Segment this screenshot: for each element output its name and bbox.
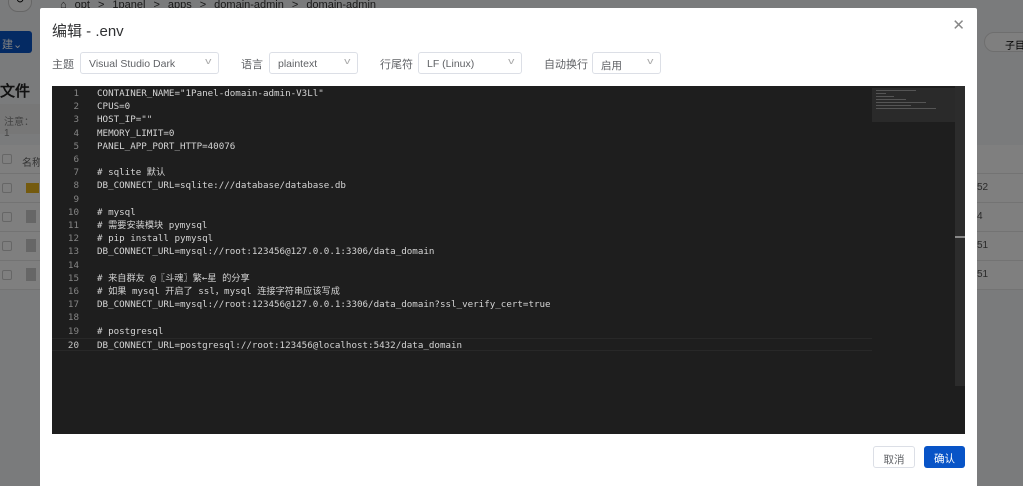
- line-number: 3: [73, 114, 79, 126]
- chevron-down-icon: v: [343, 56, 350, 66]
- line-number: 12: [67, 233, 79, 245]
- code-line[interactable]: 20 DB_CONNECT_URL=postgresql://root:12345…: [52, 337, 872, 351]
- scrollbar-thumb[interactable]: [955, 236, 965, 238]
- line-number: 8: [73, 180, 79, 192]
- line-number: 7: [73, 167, 79, 179]
- code-line[interactable]: 1 CONTAINER_NAME="1Panel-domain-admin-V3L…: [52, 87, 872, 100]
- language-select[interactable]: plaintext v: [269, 52, 358, 74]
- chevron-down-icon: v: [204, 56, 211, 66]
- line-text: DB_CONNECT_URL=mysql://root:123456@127.0…: [97, 299, 551, 311]
- line-number: 14: [67, 259, 79, 271]
- chevron-down-icon: v: [646, 56, 653, 66]
- code-line[interactable]: 6: [52, 153, 872, 166]
- code-line[interactable]: 8 DB_CONNECT_URL=sqlite:///database/datab…: [52, 179, 872, 192]
- line-number: 10: [67, 206, 79, 218]
- wrap-label: 自动换行: [544, 59, 588, 71]
- code-line[interactable]: 19 # postgresql: [52, 325, 872, 338]
- line-number: 5: [73, 140, 79, 152]
- line-number: 2: [73, 101, 79, 113]
- language-label: 语言: [241, 59, 263, 71]
- code-line[interactable]: 4 MEMORY_LIMIT=0: [52, 127, 872, 140]
- code-line[interactable]: 11 # 需要安装模块 pymysql: [52, 219, 872, 232]
- line-number: 19: [67, 325, 79, 337]
- line-number: 17: [67, 299, 79, 311]
- line-text: CONTAINER_NAME="1Panel-domain-admin-V3Ll…: [97, 88, 324, 99]
- code-line[interactable]: 12 # pip install pymysql: [52, 232, 872, 245]
- wrap-select[interactable]: 启用 v: [592, 52, 661, 74]
- line-number: 4: [73, 127, 79, 139]
- minimap[interactable]: [872, 88, 955, 122]
- code-line[interactable]: 13 DB_CONNECT_URL=mysql://root:123456@127…: [52, 245, 872, 258]
- code-line[interactable]: 17 DB_CONNECT_URL=mysql://root:123456@127…: [52, 298, 872, 311]
- chevron-down-icon: v: [507, 56, 514, 66]
- edit-dialog: 编辑 - .env ✕ 主题 Visual Studio Dark v 语言 pl…: [40, 8, 977, 488]
- code-line[interactable]: 7 # sqlite 默认: [52, 166, 872, 179]
- eol-label: 行尾符: [380, 59, 413, 71]
- code-line[interactable]: 9: [52, 193, 872, 206]
- line-number: 1: [73, 88, 79, 99]
- line-text: # sqlite 默认: [97, 167, 166, 179]
- line-number: 11: [67, 220, 79, 231]
- line-text: PANEL_APP_PORT_HTTP=40076: [97, 140, 236, 152]
- line-number: 13: [67, 246, 79, 258]
- code-line[interactable]: 15 # 来自群友 @〖斗魂〗繁←星 的分享: [52, 272, 872, 285]
- line-text: # 来自群友 @〖斗魂〗繁←星 的分享: [97, 272, 250, 284]
- eol-select[interactable]: LF (Linux) v: [418, 52, 522, 74]
- line-number: 16: [67, 286, 79, 297]
- cancel-button[interactable]: 取消: [873, 446, 915, 468]
- line-text: DB_CONNECT_URL=postgresql://root:123456@…: [97, 339, 463, 351]
- line-text: # mysql: [97, 206, 136, 218]
- code-editor[interactable]: 1 CONTAINER_NAME="1Panel-domain-admin-V3L…: [52, 86, 965, 434]
- theme-select[interactable]: Visual Studio Dark v: [80, 52, 219, 74]
- line-number: 20: [67, 339, 79, 351]
- line-number: 15: [67, 272, 79, 284]
- line-text: HOST_IP="": [97, 114, 153, 126]
- line-text: # 如果 mysql 开启了 ssl，mysql 连接字符串应该写成: [97, 286, 340, 297]
- theme-label: 主题: [52, 59, 74, 71]
- line-text: DB_CONNECT_URL=sqlite:///database/databa…: [97, 180, 346, 192]
- line-number: 18: [67, 312, 79, 324]
- close-icon[interactable]: ✕: [952, 16, 965, 34]
- line-text: MEMORY_LIMIT=0: [97, 127, 175, 139]
- line-text: DB_CONNECT_URL=mysql://root:123456@127.0…: [97, 246, 435, 258]
- line-text: # 需要安装模块 pymysql: [97, 220, 208, 231]
- line-number: 6: [73, 154, 79, 165]
- code-line[interactable]: 16 # 如果 mysql 开启了 ssl，mysql 连接字符串应该写成: [52, 285, 872, 298]
- line-text: # pip install pymysql: [97, 233, 214, 245]
- code-line[interactable]: 18: [52, 311, 872, 324]
- line-text: CPUS=0: [97, 101, 131, 113]
- code-line[interactable]: 14: [52, 259, 872, 272]
- confirm-button[interactable]: 确认: [924, 446, 965, 468]
- dialog-title: 编辑 - .env: [52, 23, 124, 40]
- code-line[interactable]: 10 # mysql: [52, 206, 872, 219]
- line-number: 9: [73, 193, 79, 205]
- code-line[interactable]: 5 PANEL_APP_PORT_HTTP=40076: [52, 140, 872, 153]
- line-text: # postgresql: [97, 325, 164, 337]
- code-line[interactable]: 3 HOST_IP="": [52, 113, 872, 126]
- code-line[interactable]: 2 CPUS=0: [52, 100, 872, 113]
